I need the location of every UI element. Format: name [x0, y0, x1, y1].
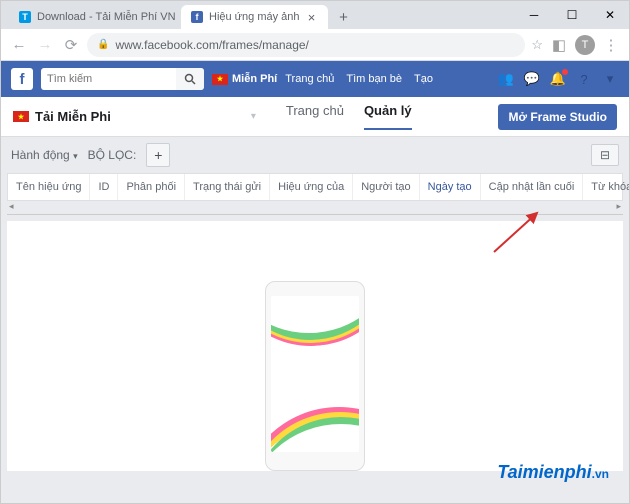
col-distribution[interactable]: Phân phối	[118, 174, 185, 200]
tab-manage[interactable]: Quản lý	[364, 103, 412, 130]
extension-icon[interactable]: ◧	[549, 35, 569, 55]
bookmark-icon[interactable]: ☆	[531, 37, 543, 53]
vietnam-flag-icon	[212, 74, 228, 85]
page-header: Tải Miễn Phi ▾ Trang chủ Quản lý Mở Fram…	[1, 97, 629, 137]
phone-screen	[271, 296, 359, 452]
forward-button[interactable]: →	[35, 35, 55, 55]
tab-title: Download - Tải Miễn Phí VN - Ph	[37, 11, 179, 23]
page-badge[interactable]: Miễn Phí	[212, 73, 277, 85]
search-box	[41, 68, 204, 90]
page-selector[interactable]: Tải Miễn Phi	[13, 109, 111, 124]
browser-tab-active[interactable]: f Hiệu ứng máy ảnh ×	[181, 5, 328, 29]
notification-dot	[562, 69, 568, 75]
new-tab-button[interactable]: +	[334, 7, 354, 27]
col-creator[interactable]: Người tạo	[353, 174, 419, 200]
page-name-text: Tải Miễn Phi	[35, 109, 111, 124]
col-status[interactable]: Trạng thái gửi	[185, 174, 270, 200]
url-field[interactable]: 🔒 www.facebook.com/frames/manage/	[87, 33, 525, 57]
col-updated[interactable]: Cập nhật lần cuối	[481, 174, 584, 200]
url-text: www.facebook.com/frames/manage/	[115, 38, 308, 52]
help-icon[interactable]: ?	[575, 70, 593, 88]
favicon-t: T	[19, 11, 31, 23]
search-input[interactable]	[41, 73, 176, 85]
content-area: Tải Miễn Phi ▾ Trang chủ Quản lý Mở Fram…	[1, 97, 629, 503]
facebook-header: f Miễn Phí Trang chủ Tìm bạn bè Tạo 👥 💬 …	[1, 61, 629, 97]
col-created-date[interactable]: Ngày tạo	[420, 174, 481, 200]
tab-home[interactable]: Trang chủ	[286, 103, 344, 130]
address-bar: ← → ⟳ 🔒 www.facebook.com/frames/manage/ …	[1, 29, 629, 61]
lock-icon: 🔒	[97, 39, 109, 50]
action-dropdown[interactable]: Hành động ▾	[11, 148, 78, 162]
reload-button[interactable]: ⟳	[61, 35, 81, 55]
nav-create[interactable]: Tạo	[414, 73, 433, 85]
filter-bar: Hành động ▾ BỘ LỌC: + ⊟	[1, 137, 629, 173]
window-titlebar: T Download - Tải Miễn Phí VN - Ph f Hiệu…	[1, 1, 629, 29]
facebook-nav: Trang chủ Tìm bạn bè Tạo	[285, 73, 433, 85]
tab-title: Hiệu ứng máy ảnh	[209, 11, 300, 23]
filter-label: BỘ LỌC:	[88, 148, 137, 162]
browser-tab-inactive[interactable]: T Download - Tải Miễn Phí VN - Ph	[9, 5, 179, 29]
col-keywords[interactable]: Từ khóa	[583, 174, 629, 200]
facebook-logo[interactable]: f	[11, 68, 33, 90]
badge-text: Miễn Phí	[232, 73, 277, 85]
page-tabs: Trang chủ Quản lý	[286, 103, 412, 130]
column-settings-button[interactable]: ⊟	[591, 144, 619, 166]
notifications-icon[interactable]: 🔔	[549, 70, 567, 88]
col-name[interactable]: Tên hiệu ứng	[8, 174, 90, 200]
phone-mockup	[265, 281, 365, 471]
horizontal-scrollbar[interactable]: ◂▸	[7, 201, 623, 215]
back-button[interactable]: ←	[9, 35, 29, 55]
favicon-fb: f	[191, 11, 203, 23]
search-button[interactable]	[176, 68, 204, 90]
minimize-button[interactable]: ─	[515, 1, 553, 29]
watermark: Taimienphi.vn	[497, 462, 609, 483]
dropdown-icon[interactable]: ▾	[601, 70, 619, 88]
open-frame-studio-button[interactable]: Mở Frame Studio	[498, 104, 617, 130]
table-header-row: Tên hiệu ứng ID Phân phối Trạng thái gửi…	[7, 173, 623, 201]
nav-home[interactable]: Trang chủ	[285, 73, 334, 85]
messages-icon[interactable]: 💬	[523, 70, 541, 88]
profile-avatar[interactable]: T	[575, 35, 595, 55]
nav-friends[interactable]: Tìm bạn bè	[346, 73, 402, 85]
add-filter-button[interactable]: +	[146, 143, 170, 167]
maximize-button[interactable]: ☐	[553, 1, 591, 29]
menu-button[interactable]: ⋮	[601, 35, 621, 55]
close-tab-icon[interactable]: ×	[306, 11, 318, 23]
frame-preview-panel	[7, 221, 623, 471]
col-effect-of[interactable]: Hiệu ứng của	[270, 174, 353, 200]
vietnam-flag-icon	[13, 111, 29, 122]
chevron-down-icon: ▾	[73, 151, 78, 161]
close-window-button[interactable]: ✕	[591, 1, 629, 29]
search-icon	[184, 73, 196, 85]
friend-requests-icon[interactable]: 👥	[497, 70, 515, 88]
chevron-down-icon[interactable]: ▾	[251, 111, 256, 122]
col-id[interactable]: ID	[90, 174, 118, 200]
